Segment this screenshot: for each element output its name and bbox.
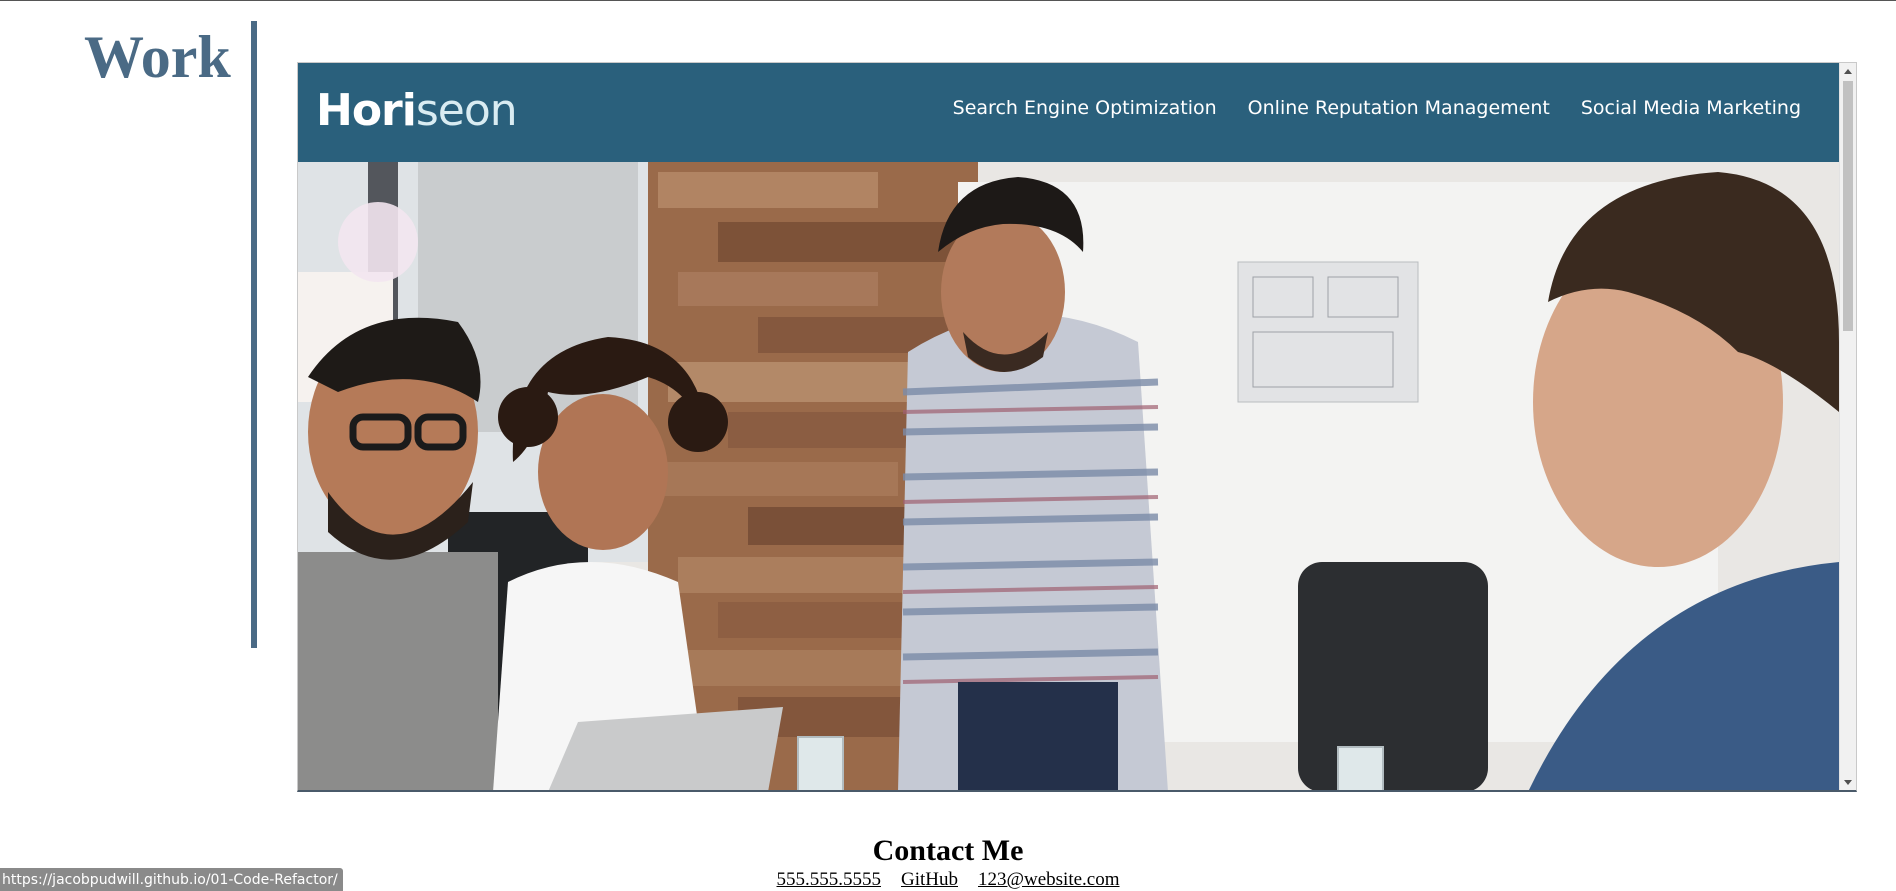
preview-scrollbar[interactable] — [1839, 63, 1856, 790]
hero-photo-illustration — [298, 162, 1839, 790]
preview-hero-image — [298, 162, 1839, 790]
preview-logo-part2: seon — [415, 85, 518, 136]
status-bar-url: https://jacobpudwill.github.io/01-Code-R… — [0, 868, 343, 891]
contact-email-link[interactable]: 123@website.com — [978, 869, 1120, 891]
preview-nav-social[interactable]: Social Media Marketing — [1581, 97, 1801, 119]
preview-nav-reputation[interactable]: Online Reputation Management — [1248, 97, 1550, 119]
contact-github-link[interactable]: GitHub — [901, 869, 958, 891]
scroll-up-icon[interactable] — [1844, 69, 1852, 74]
section-divider — [251, 21, 257, 648]
scroll-thumb[interactable] — [1843, 81, 1853, 331]
section-title: Work — [84, 24, 231, 90]
page: Work Horiseon Search Engine Optimization… — [0, 0, 1896, 891]
preview-logo-part1: Hori — [316, 85, 417, 136]
scroll-down-icon[interactable] — [1844, 780, 1852, 785]
preview-logo[interactable]: Horiseon — [316, 85, 518, 136]
preview-nav: Search Engine Optimization Online Reputa… — [953, 97, 1801, 119]
preview-nav-seo[interactable]: Search Engine Optimization — [953, 97, 1217, 119]
contact-title: Contact Me — [872, 834, 1024, 867]
contact-phone-link[interactable]: 555.555.5555 — [777, 869, 882, 891]
preview-site-header: Horiseon Search Engine Optimization Onli… — [298, 63, 1839, 162]
project-preview-frame[interactable]: Horiseon Search Engine Optimization Onli… — [297, 62, 1857, 792]
